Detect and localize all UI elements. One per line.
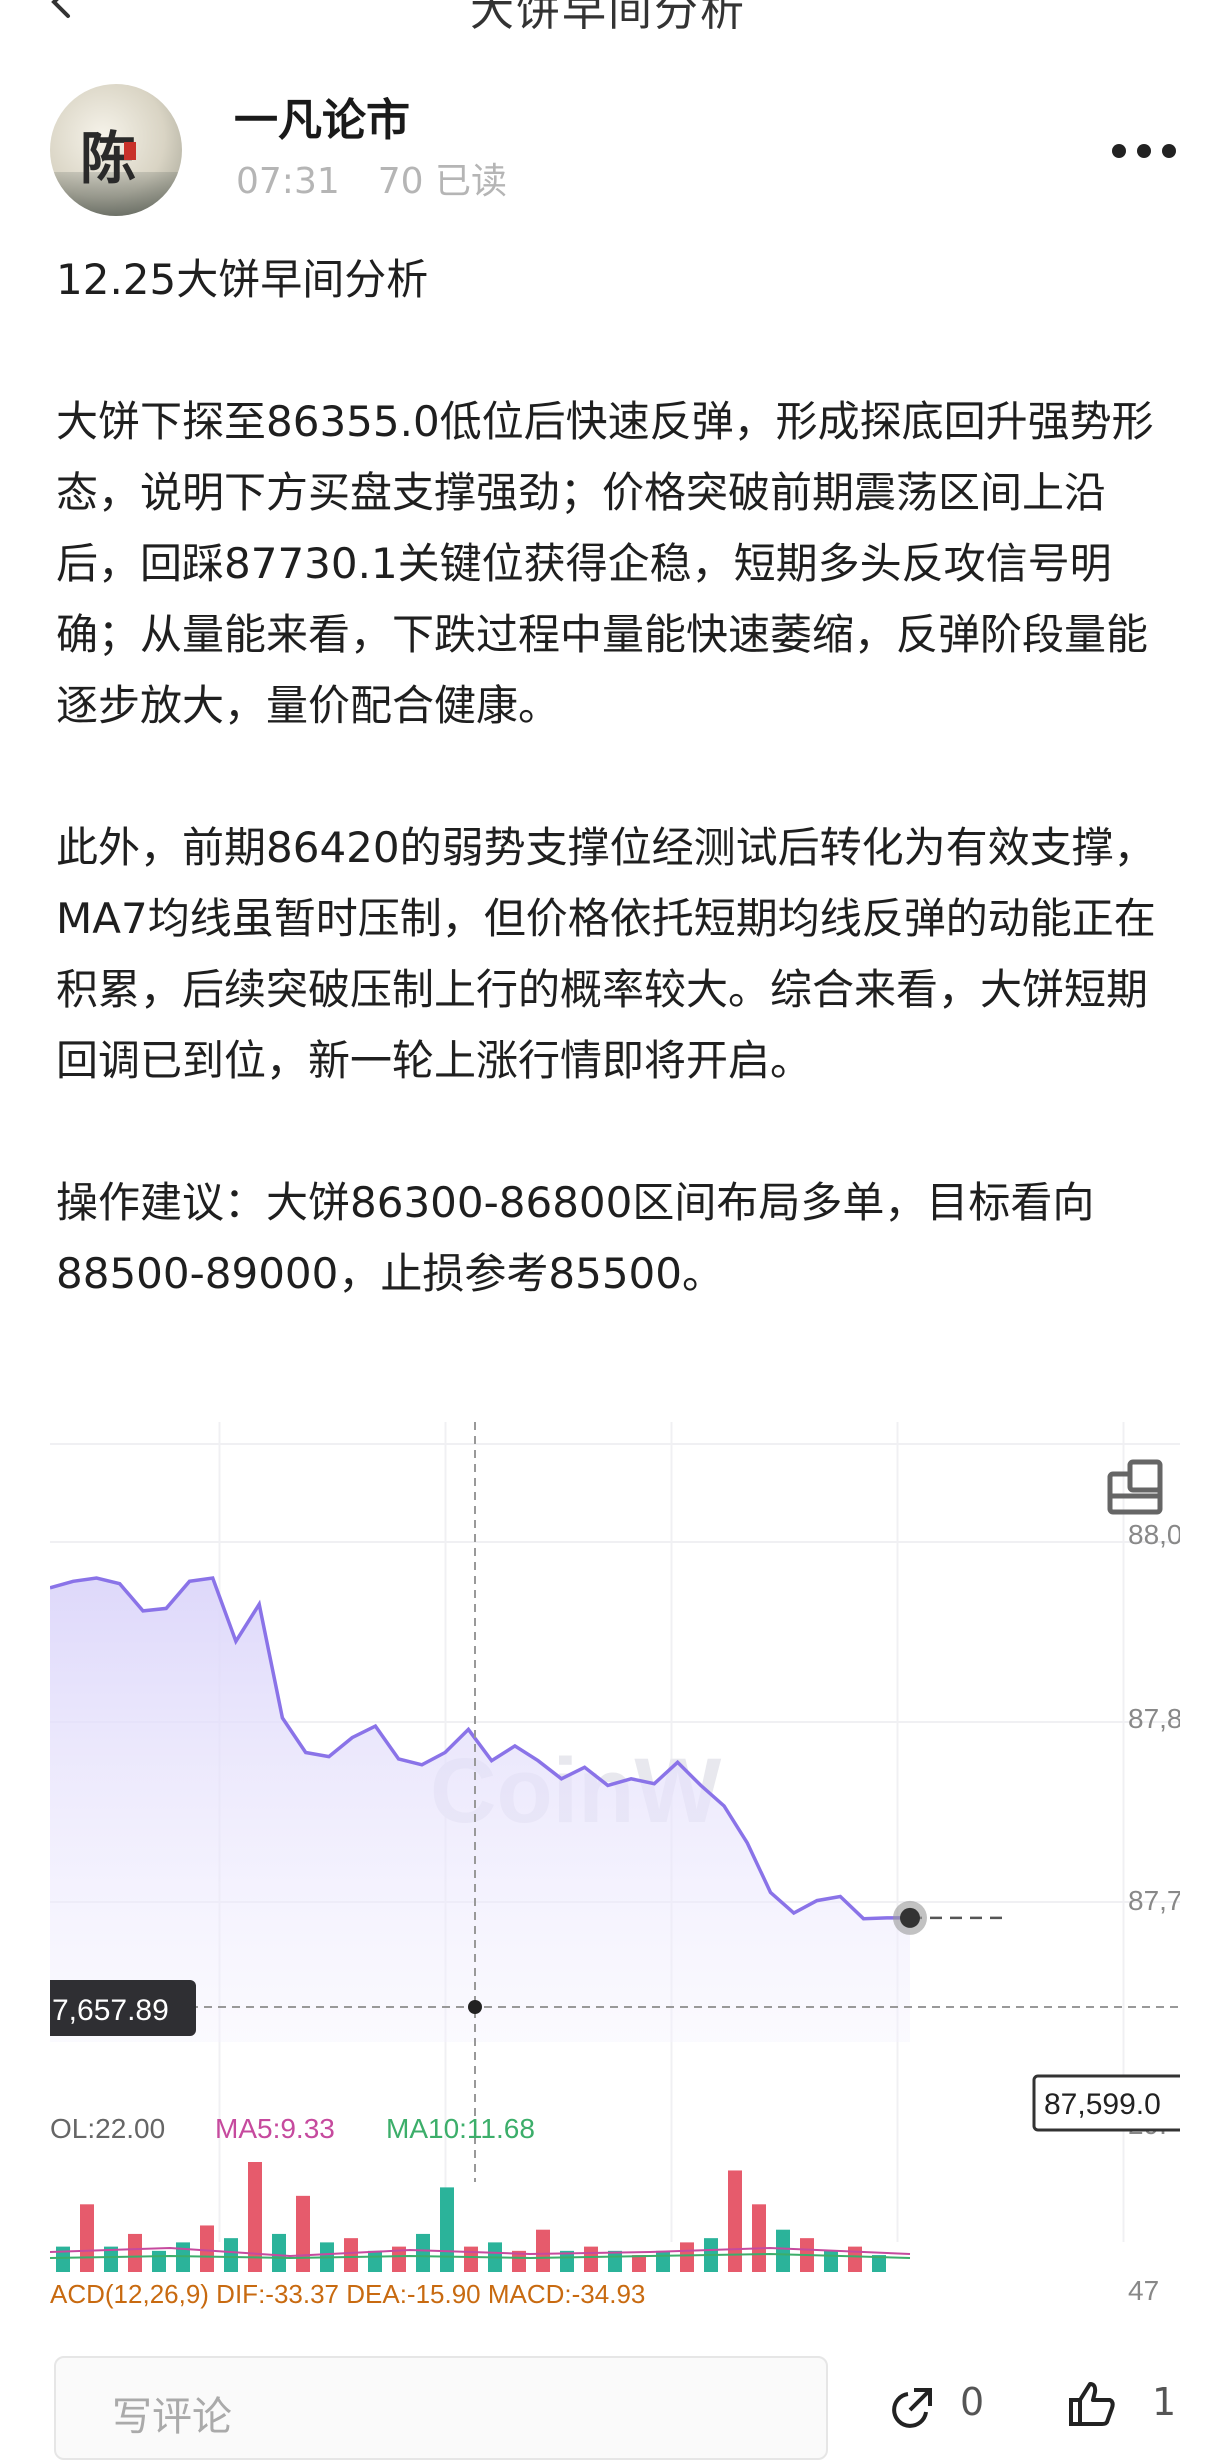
volume-bar	[80, 2204, 94, 2272]
volume-bar	[728, 2170, 742, 2272]
price-chart: CoinW 88,038.87,875.87,729.29.47 7,657.8…	[50, 1422, 1180, 2309]
top-navigation-bar: 大饼早间分析	[0, 0, 1228, 40]
volume-bar	[272, 2233, 286, 2272]
last-price-dot	[900, 1907, 920, 1928]
y-axis-ticks: 88,038.87,875.87,729.29.47	[1128, 1519, 1180, 2306]
volume-bar	[608, 2250, 622, 2272]
volume-bar	[368, 2250, 382, 2272]
volume-bar	[656, 2250, 670, 2272]
comment-input[interactable]: 写评论	[54, 2356, 828, 2460]
volume-legend-ma5: MA5:9.33	[215, 2113, 335, 2144]
read-count: 70 已读	[377, 161, 508, 202]
share-count: 0	[960, 2380, 985, 2424]
volume-bar	[224, 2238, 238, 2272]
price-chart-image[interactable]: CoinW 88,038.87,875.87,729.29.47 7,657.8…	[50, 1422, 1180, 2310]
volume-bar	[752, 2204, 766, 2272]
volume-bar	[464, 2246, 478, 2272]
back-arrow-icon[interactable]	[46, 0, 80, 20]
post-paragraph-1: 大饼下探至86355.0低位后快速反弹，形成探底回升强势形态，说明下方买盘支撑强…	[56, 397, 1154, 730]
share-icon[interactable]	[890, 2386, 934, 2430]
post-content: 12.25大饼早间分析 大饼下探至86355.0低位后快速反弹，形成探底回升强势…	[56, 244, 1186, 1309]
fullscreen-icon[interactable]	[1107, 1459, 1163, 1515]
volume-bar	[536, 2229, 550, 2272]
more-options-icon[interactable]	[1108, 140, 1180, 162]
avatar-seal	[124, 142, 136, 160]
post-time: 07:31	[236, 161, 340, 202]
last-price-label: 87,599.0	[1044, 2088, 1161, 2121]
post-meta: 07:31 70 已读	[236, 152, 545, 204]
volume-bar	[152, 2250, 166, 2272]
volume-bar	[680, 2242, 694, 2272]
volume-bar	[248, 2162, 262, 2272]
y-tick-label: 87,875.	[1128, 1703, 1180, 1734]
page-title: 大饼早间分析	[470, 0, 746, 36]
y-tick-label: 47	[1128, 2275, 1159, 2306]
post-title: 12.25大饼早间分析	[56, 255, 429, 304]
volume-bar	[584, 2246, 598, 2272]
avatar[interactable]: 陈	[50, 84, 182, 216]
like-count: 1	[1152, 2380, 1177, 2424]
bottom-action-bar: 写评论 0 1	[0, 2350, 1228, 2460]
volume-bar	[440, 2187, 454, 2272]
macd-legend: ACD(12,26,9) DIF:-33.37 DEA:-15.90 MACD:…	[50, 2279, 645, 2309]
thumbs-up-icon[interactable]	[1068, 2380, 1116, 2428]
comment-placeholder: 写评论	[112, 2394, 232, 2440]
volume-bar	[776, 2229, 790, 2272]
volume-bar	[632, 2255, 646, 2272]
crosshair-price-label: 7,657.89	[52, 1994, 169, 2027]
post-paragraph-2: 此外，前期86420的弱势支撑位经测试后转化为有效支撑，MA7均线虽暂时压制，但…	[56, 823, 1156, 1085]
volume-bar	[128, 2233, 142, 2272]
y-tick-label: 87,729.	[1128, 1885, 1180, 1916]
volume-legend-ma10: MA10:11.68	[386, 2113, 535, 2144]
volume-bar	[200, 2225, 214, 2272]
volume-legend-vol: OL:22.00	[50, 2113, 165, 2144]
crosshair-point	[468, 2000, 482, 2014]
volume-bar	[296, 2195, 310, 2272]
volume-bars	[50, 2162, 911, 2272]
author-name[interactable]: 一凡论市	[234, 84, 410, 148]
volume-bar	[416, 2233, 430, 2272]
volume-bar	[848, 2246, 862, 2272]
volume-bar	[824, 2250, 838, 2272]
volume-bar	[344, 2238, 358, 2272]
y-tick-label: 88,038.	[1128, 1519, 1180, 1550]
post-paragraph-3: 操作建议：大饼86300-86800区间布局多单，目标看向88500-89000…	[56, 1178, 1095, 1298]
price-area	[50, 1578, 910, 2042]
